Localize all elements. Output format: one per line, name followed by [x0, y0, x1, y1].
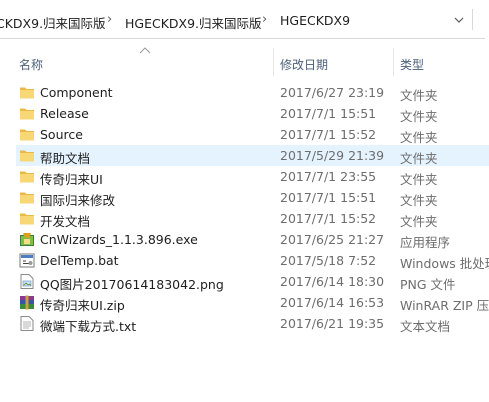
- breadcrumb-item-current[interactable]: HGECKDX9: [280, 13, 350, 28]
- file-name[interactable]: 传奇归来UI.zip: [40, 295, 125, 314]
- breadcrumb-separator-icon[interactable]: ›: [107, 12, 112, 27]
- file-name[interactable]: Source: [40, 127, 83, 142]
- folder-icon: [19, 85, 35, 100]
- file-type: 文件夹: [400, 214, 438, 229]
- folder-icon: [19, 211, 35, 226]
- file-name[interactable]: DelTemp.bat: [40, 253, 119, 268]
- file-row[interactable]: 国际归来修改 2017/7/1 15:51 文件夹: [16, 187, 489, 208]
- file-modified-date: 2017/7/1 15:52: [280, 127, 377, 142]
- sort-ascending-icon: [139, 47, 151, 54]
- folder-icon: [19, 190, 35, 205]
- file-row[interactable]: 开发文档 2017/7/1 15:52 文件夹: [16, 208, 489, 229]
- column-date-header[interactable]: 修改日期: [280, 56, 328, 73]
- file-name[interactable]: 传奇归来UI: [40, 169, 103, 188]
- file-row[interactable]: Source 2017/7/1 15:52 文件夹: [16, 124, 489, 145]
- text-file-icon: [19, 316, 35, 331]
- batch-file-icon: [19, 253, 35, 268]
- address-bar[interactable]: CKDX9.归来国际版 › HGECKDX9.归来国际版 › HGECKDX9: [0, 0, 485, 39]
- file-name[interactable]: CnWizards_1.1.3.896.exe: [40, 232, 198, 247]
- file-modified-date: 2017/6/27 23:19: [280, 85, 385, 100]
- image-file-icon: [19, 274, 35, 289]
- winrar-archive-icon: [19, 295, 35, 310]
- file-type: 文件夹: [400, 193, 438, 208]
- folder-icon: [19, 106, 35, 121]
- file-modified-date: 2017/7/1 15:51: [280, 190, 377, 205]
- file-modified-date: 2017/6/14 18:30: [280, 274, 385, 289]
- file-name[interactable]: 帮助文档: [40, 148, 90, 167]
- file-row[interactable]: DelTemp.bat 2017/5/18 7:52 Windows 批处理: [16, 250, 489, 271]
- column-divider[interactable]: [393, 48, 394, 76]
- chevron-down-icon[interactable]: [451, 12, 467, 28]
- file-modified-date: 2017/6/14 16:53: [280, 295, 385, 310]
- file-type: 文件夹: [400, 130, 438, 145]
- folder-icon: [19, 148, 35, 163]
- file-row[interactable]: Component 2017/6/27 23:19 文件夹: [16, 82, 489, 103]
- breadcrumb-item-parent[interactable]: CKDX9.归来国际版: [0, 13, 106, 32]
- installer-icon: [19, 232, 35, 247]
- file-modified-date: 2017/7/1 15:52: [280, 211, 377, 226]
- breadcrumb-item-mid[interactable]: HGECKDX9.归来国际版: [125, 13, 262, 32]
- column-type-header[interactable]: 类型: [400, 56, 424, 73]
- file-name[interactable]: Component: [40, 85, 113, 100]
- file-modified-date: 2017/5/29 21:39: [280, 148, 385, 163]
- folder-icon: [19, 169, 35, 184]
- breadcrumb-separator-icon[interactable]: ›: [262, 12, 267, 27]
- file-row[interactable]: CnWizards_1.1.3.896.exe 2017/6/25 21:27 应用…: [16, 229, 489, 250]
- column-divider[interactable]: [273, 48, 274, 76]
- file-type: Windows 批处理: [400, 256, 489, 271]
- file-row[interactable]: 帮助文档 2017/5/29 21:39 文件夹: [16, 145, 489, 166]
- file-type: PNG 文件: [400, 277, 456, 292]
- file-type: 文本文档: [400, 319, 451, 334]
- file-name[interactable]: 开发文档: [40, 211, 90, 230]
- column-header: 名称 修改日期 类型: [0, 47, 489, 76]
- folder-icon: [19, 127, 35, 142]
- file-modified-date: 2017/6/25 21:27: [280, 232, 385, 247]
- file-row[interactable]: 传奇归来UI.zip 2017/6/14 16:53 WinRAR ZIP 压缩: [16, 292, 489, 313]
- column-name-header[interactable]: 名称: [19, 56, 43, 73]
- file-type: WinRAR ZIP 压缩: [400, 298, 489, 313]
- file-type: 文件夹: [400, 151, 438, 166]
- file-modified-date: 2017/7/1 23:55: [280, 169, 377, 184]
- file-row[interactable]: QQ图片20170614183042.png 2017/6/14 18:30 PNG…: [16, 271, 489, 292]
- file-modified-date: 2017/7/1 15:51: [280, 106, 377, 121]
- file-row[interactable]: 微端下载方式.txt 2017/6/21 19:35 文本文档: [16, 313, 489, 334]
- file-modified-date: 2017/6/21 19:35: [280, 316, 385, 331]
- file-type: 应用程序: [400, 235, 451, 250]
- file-row[interactable]: 传奇归来UI 2017/7/1 23:55 文件夹: [16, 166, 489, 187]
- file-name[interactable]: Release: [40, 106, 89, 121]
- file-name[interactable]: QQ图片20170614183042.png: [40, 274, 224, 293]
- file-type: 文件夹: [400, 88, 438, 103]
- address-bar-divider: [472, 9, 473, 30]
- file-name[interactable]: 国际归来修改: [40, 190, 115, 209]
- file-type: 文件夹: [400, 172, 438, 187]
- file-modified-date: 2017/5/18 7:52: [280, 253, 377, 268]
- file-name[interactable]: 微端下载方式.txt: [40, 316, 136, 335]
- file-row[interactable]: Release 2017/7/1 15:51 文件夹: [16, 103, 489, 124]
- file-type: 文件夹: [400, 109, 438, 124]
